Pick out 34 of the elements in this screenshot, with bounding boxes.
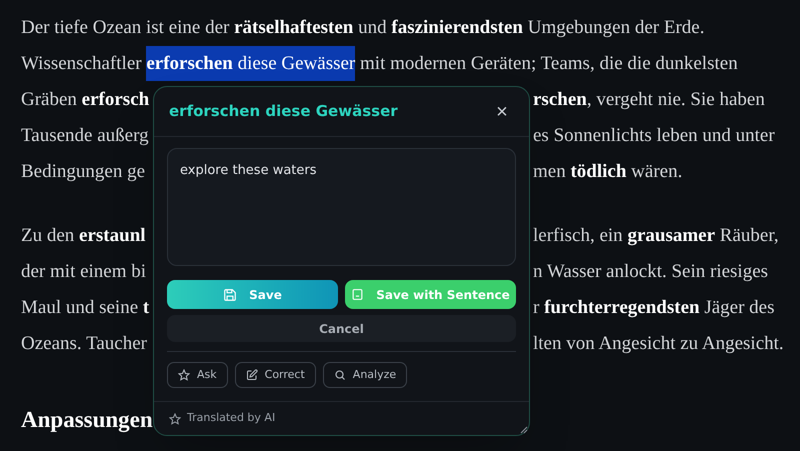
body-text: mit modernen Geräten; Teams, die die dunkelsten [359,53,738,74]
document-icon [351,288,364,301]
footer-note: Translated by AI [187,410,276,426]
ask-button[interactable]: Ask [167,362,228,388]
edit-icon [246,369,258,381]
body-text: Zu den erstaunl [21,224,147,248]
body-text: Bedingungen ge [21,160,146,184]
translation-field[interactable]: explore these waters [167,148,516,266]
search-icon [334,369,346,381]
resize-grip-icon[interactable] [520,426,528,434]
body-text: es Sonnenlichts leben und unter [533,124,776,148]
body-text: r furchterregendsten Jäger des [533,296,776,320]
body-text: der mit einem bi [21,260,148,284]
body-text: Tausende außerg [21,124,150,148]
star-icon [169,412,181,424]
body-text: lten von Angesicht zu Angesicht. [533,332,785,356]
body-text: Gräben erforsch [21,88,150,112]
body-text: lerfisch, ein grausamer Räuber, [533,224,780,248]
analyze-button[interactable]: Analyze [322,362,408,388]
popup-title: erforschen diese Gewässer [169,101,398,122]
body-text: Ozeans. Taucher [21,332,148,356]
body-text: Wissenschaftler [21,53,143,74]
body-text: n Wasser anlockt. Sein riesiges [533,260,770,284]
body-text: rschen, vergeht nie. Sie haben [533,88,766,112]
body-text: men tödlich wären. [533,160,684,184]
cancel-button[interactable]: Cancel [167,315,516,342]
correct-button[interactable]: Correct [234,362,316,388]
close-button[interactable]: × [490,100,514,124]
star-icon [178,369,190,381]
body-text: Maul und seine t [21,296,150,320]
translation-text: explore these waters [180,163,317,178]
selected-text: erforschen diese Gewässer [146,46,356,81]
body-text: Der tiefe Ozean ist eine der rätselhaftesten und faszinierendsten Umgebungen der Erde. [21,17,704,38]
section-heading: Anpassungen [21,406,153,434]
